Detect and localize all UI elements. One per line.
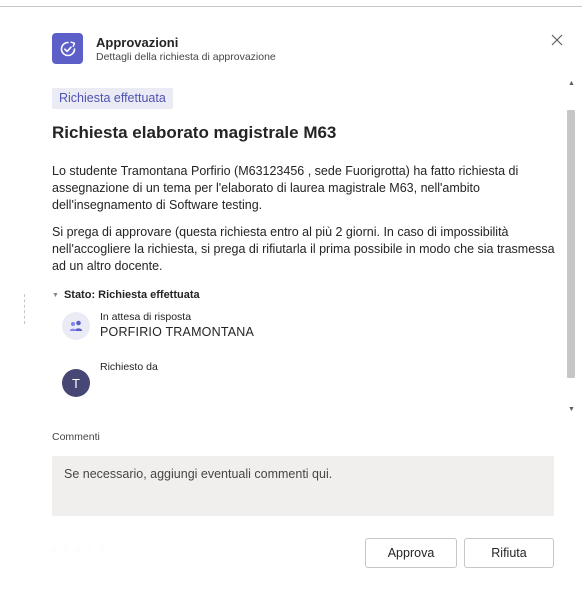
blurred-footer-text: · · · · · [52, 544, 107, 555]
status-step-pending: In attesa di risposta PORFIRIO TRAMONTAN… [62, 311, 564, 345]
status-section-label: Stato: Richiesta effettuata [63, 289, 200, 301]
reject-button[interactable]: Rifiuta [464, 538, 554, 568]
people-icon [62, 312, 90, 340]
top-divider [0, 6, 582, 7]
avatar: T [62, 369, 90, 397]
pending-approver-name: PORFIRIO TRAMONTANA [100, 325, 255, 339]
requested-by-label: Richiesto da [100, 361, 158, 373]
dialog-header: Approvazioni Dettagli della richiesta di… [52, 33, 276, 64]
comments-label: Commenti [52, 431, 100, 443]
approvals-icon [52, 33, 83, 64]
request-instructions: Si prega di approvare (questa richiesta … [52, 225, 555, 273]
chevron-down-icon: ▼ [52, 291, 59, 299]
status-section-toggle[interactable]: ▼ Stato: Richiesta effettuata [52, 289, 564, 301]
scrollbar-thumb[interactable] [567, 110, 575, 378]
close-button[interactable] [549, 32, 565, 48]
scrollbar[interactable]: ▲ ▼ [567, 80, 575, 420]
request-title: Richiesta elaborato magistrale M63 [52, 123, 337, 142]
scroll-up-icon[interactable]: ▲ [568, 80, 575, 87]
status-badge: Richiesta effettuata [52, 88, 173, 109]
status-step-requested-by: T Richiesto da [62, 361, 564, 397]
app-title: Approvazioni [96, 35, 179, 50]
request-details-panel[interactable]: Richiesta effettuata Richiesta elaborato… [52, 88, 564, 424]
app-subtitle: Dettagli della richiesta di approvazione [96, 51, 276, 63]
timeline-connector [24, 294, 25, 324]
comments-input[interactable] [52, 456, 554, 516]
close-icon [551, 34, 563, 46]
scroll-down-icon[interactable]: ▼ [568, 406, 575, 413]
request-description: Lo studente Tramontana Porfirio (M631234… [52, 164, 519, 212]
pending-step-label: In attesa di risposta [100, 311, 192, 323]
approve-button[interactable]: Approva [365, 538, 457, 568]
